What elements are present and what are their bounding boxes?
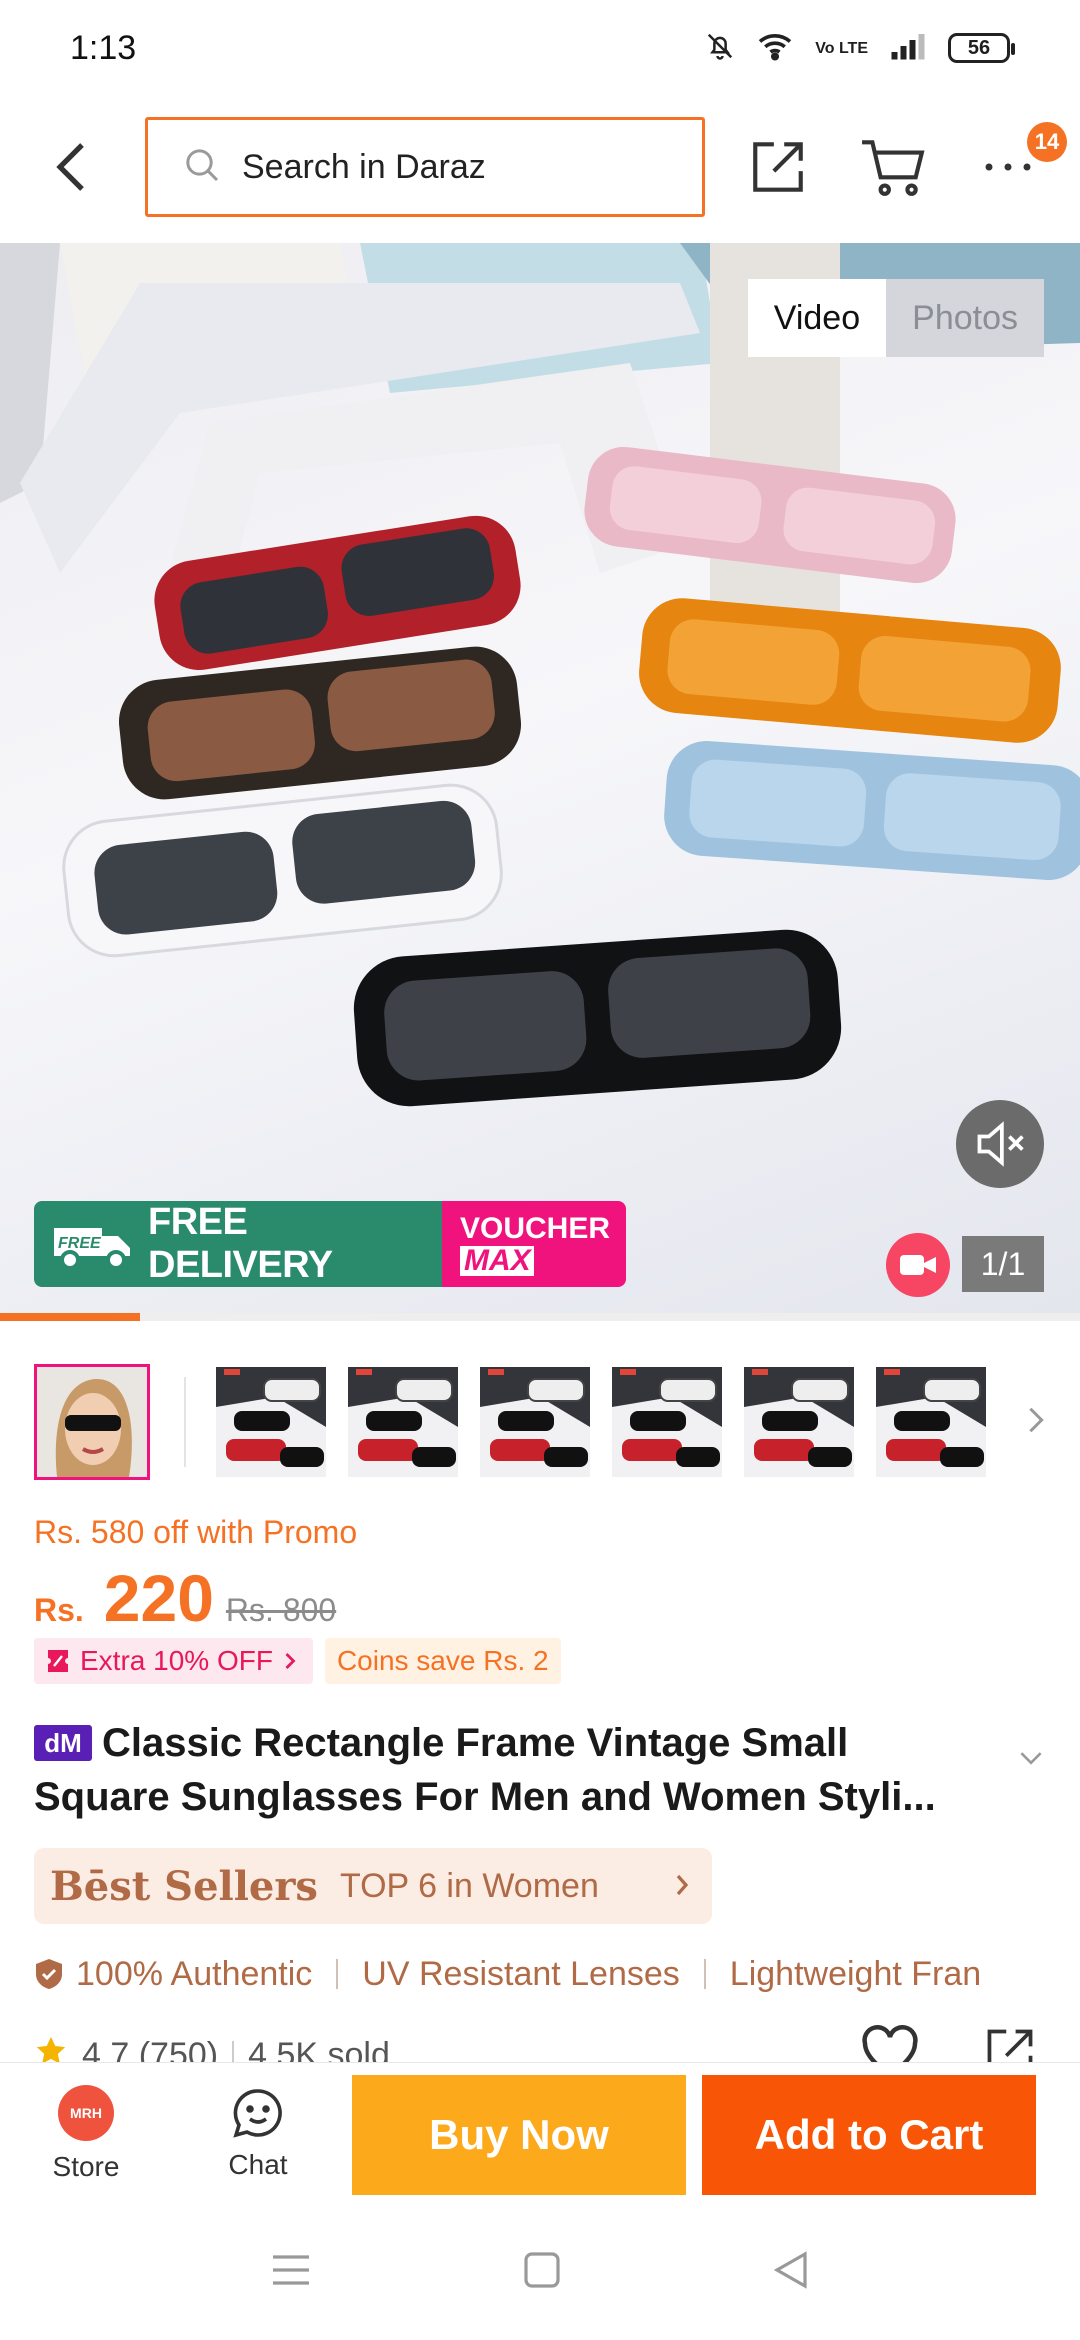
video-progress[interactable] [0, 1313, 1080, 1321]
buy-now-button[interactable]: Buy Now [352, 2075, 686, 2195]
free-tag: FREE [58, 1235, 102, 1252]
video-camera-icon [900, 1255, 936, 1275]
thumbnail-selected[interactable] [34, 1364, 150, 1480]
menu-nav-icon[interactable] [271, 2253, 311, 2292]
search-placeholder: Search in Daraz [242, 147, 486, 186]
max-label: MAX [460, 1246, 534, 1276]
price-original: Rs. 800 [225, 1592, 337, 1628]
chevron-right-icon [285, 1653, 296, 1669]
signal-icon [890, 31, 926, 66]
system-nav-bar [0, 2204, 1080, 2340]
thumbnail-divider [184, 1377, 186, 1467]
voucher-icon [48, 1650, 68, 1672]
product-media[interactable]: Video Photos FREE FREE DELIVERY VOUCHER … [0, 243, 1080, 1313]
voucher-label: VOUCHER [460, 1212, 611, 1245]
sunglasses-black [353, 929, 842, 1107]
price-currency: Rs. [34, 1592, 84, 1628]
back-nav-icon[interactable] [773, 2250, 809, 2295]
cart-button[interactable] [860, 134, 926, 200]
sunglasses-white [62, 783, 503, 958]
thumbnail-next-button[interactable] [1026, 1405, 1046, 1440]
thumbnail-strip [34, 1364, 1064, 1480]
store-label: Store [52, 2150, 120, 2182]
feature-divider [703, 1959, 706, 1989]
status-bar: 1:13 Vo LTE 56 [0, 0, 1080, 96]
free-delivery-text: FREE DELIVERY [148, 1201, 333, 1286]
bottom-action-bar: MRH Store Chat Buy Now Add to Cart [0, 2062, 1080, 2204]
media-page-count: 1/1 [962, 1236, 1044, 1292]
best-sellers-rank: TOP 6 in Women [339, 1866, 599, 1905]
search-icon [182, 145, 222, 190]
back-button[interactable] [34, 130, 108, 204]
volte-indicator: Vo LTE [815, 39, 868, 57]
thumbnail-item[interactable] [216, 1367, 326, 1477]
best-sellers-banner[interactable]: Bēst Sellers TOP 6 in Women [34, 1848, 712, 1924]
promo-discount-text: Rs. 580 off with Promo [34, 1514, 358, 1550]
chat-button[interactable]: Chat [172, 2087, 344, 2181]
thumbnail-item[interactable] [744, 1367, 854, 1477]
shield-check-icon [34, 1957, 64, 1991]
chevron-right-icon [1029, 1407, 1044, 1432]
product-title: dM Classic Rectangle Frame Vintage Small … [34, 1716, 994, 1824]
battery-icon: 56 [948, 33, 1015, 63]
voucher-max-badge: VOUCHER MAX [442, 1201, 626, 1287]
thumbnail-item[interactable] [348, 1367, 458, 1477]
thumbnail-item[interactable] [612, 1367, 722, 1477]
chevron-down-icon [1020, 1752, 1042, 1765]
sunglasses-orange [639, 598, 1061, 743]
promo-banner: FREE FREE DELIVERY VOUCHER MAX [34, 1201, 626, 1287]
feature-divider [336, 1959, 339, 1989]
extra-discount-label: Extra 10% OFF [80, 1645, 273, 1676]
store-button[interactable]: MRH Store [0, 2084, 172, 2183]
chat-icon [233, 2088, 282, 2138]
product-video-frame [0, 243, 1080, 1107]
chevron-right-icon [674, 1872, 690, 1903]
tab-photos[interactable]: Photos [886, 279, 1044, 357]
coins-chip[interactable]: Coins save Rs. 2 [324, 1638, 561, 1684]
daraz-mall-badge: dM [34, 1725, 92, 1761]
free-delivery-badge: FREE FREE DELIVERY [34, 1201, 442, 1287]
share-button[interactable] [745, 134, 811, 200]
store-logo: MRH [58, 2084, 114, 2141]
feature-uv-lenses: UV Resistant Lenses [362, 1954, 680, 1993]
thumbnail-item[interactable] [480, 1367, 590, 1477]
best-sellers-title: Bēst Sellers [50, 1862, 318, 1910]
tab-video[interactable]: Video [747, 279, 887, 357]
price-line: Rs. 220 Rs. 800 [34, 1560, 336, 1636]
thumbnail-item[interactable] [876, 1367, 986, 1477]
video-progress-fill [0, 1313, 141, 1321]
feature-list: 100% Authentic UV Resistant Lenses Light… [34, 1948, 1080, 2000]
model-thumbnail-image [37, 1367, 147, 1477]
feature-lightweight: Lightweight Fran [729, 1954, 982, 1993]
video-camera-button[interactable] [886, 1233, 950, 1297]
status-icons: Vo LTE 56 [705, 31, 1015, 66]
media-toggle: Video Photos [747, 279, 1044, 357]
price-current: 220 [103, 1561, 214, 1635]
thumbnail-list [216, 1367, 1008, 1477]
delivery-truck-icon: FREE [54, 1228, 130, 1270]
expand-title-button[interactable] [1018, 1750, 1044, 1771]
status-time: 1:13 [70, 28, 137, 67]
price-chips: Extra 10% OFF Coins save Rs. 2 [34, 1638, 561, 1684]
sunglasses-blue [664, 741, 1080, 881]
sunglasses-tortoise [118, 646, 522, 800]
notification-badge: 14 [1027, 122, 1067, 162]
chat-label: Chat [228, 2148, 288, 2180]
mute-icon [977, 1121, 1024, 1167]
wifi-icon [757, 31, 793, 66]
mute-button[interactable] [956, 1100, 1044, 1188]
search-input[interactable]: Search in Daraz [145, 117, 705, 217]
add-to-cart-button[interactable]: Add to Cart [702, 2075, 1036, 2195]
feature-authentic: 100% Authentic [76, 1954, 313, 1993]
product-title-text: Classic Rectangle Frame Vintage Small Sq… [34, 1721, 936, 1819]
top-header: Search in Daraz 14 [0, 112, 1080, 222]
more-button[interactable]: 14 [975, 122, 1067, 200]
home-nav-icon[interactable] [523, 2251, 561, 2294]
extra-discount-chip[interactable]: Extra 10% OFF [34, 1638, 313, 1684]
bell-off-icon [705, 31, 735, 66]
